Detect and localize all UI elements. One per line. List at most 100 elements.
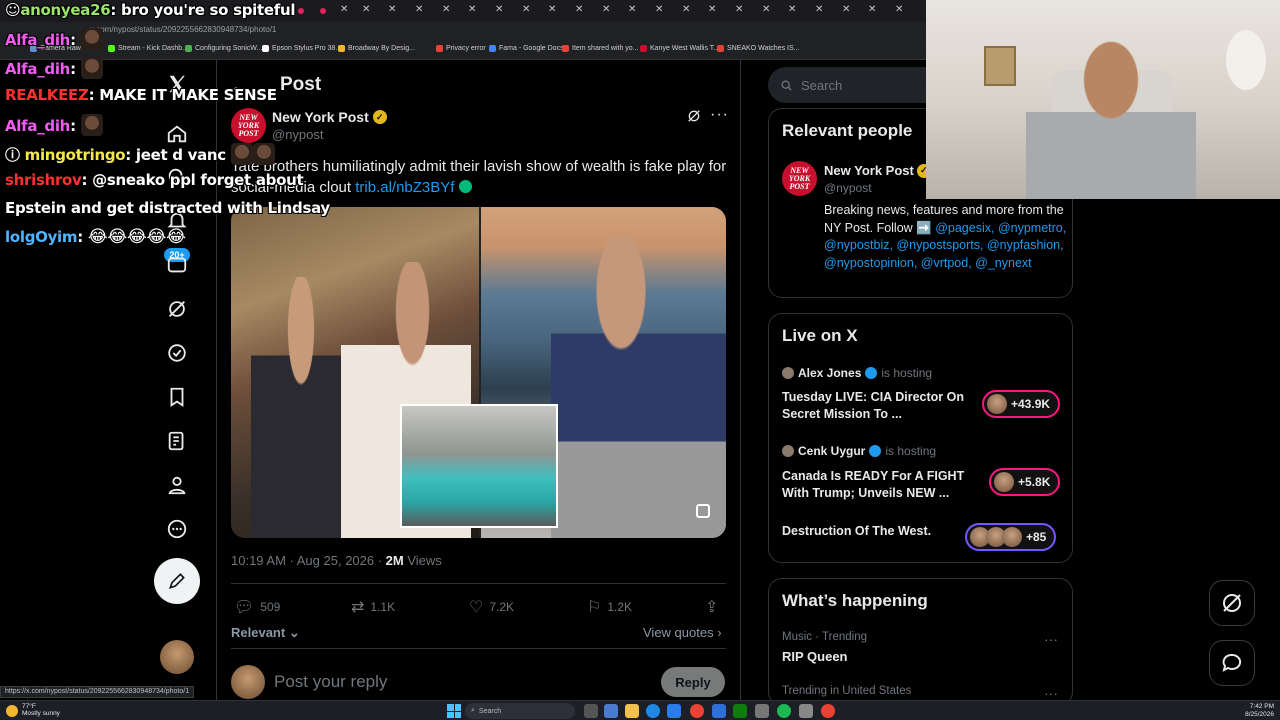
grok-floating-button[interactable] xyxy=(1209,580,1255,626)
file-explorer-icon[interactable] xyxy=(625,704,639,718)
compose-post-button[interactable] xyxy=(154,558,200,604)
tab-close-icon[interactable]: ✕ xyxy=(735,4,743,15)
view-quotes-link[interactable]: View quotes › xyxy=(643,625,722,640)
tab-close-icon[interactable]: ✕ xyxy=(842,4,850,15)
app-icon[interactable] xyxy=(799,704,813,718)
search-input[interactable]: Search xyxy=(768,67,948,103)
tab-close-icon[interactable]: ✕ xyxy=(628,4,636,15)
post-link[interactable]: trib.al/nbZ3BYf xyxy=(355,179,454,196)
divider xyxy=(231,648,726,649)
store-icon[interactable] xyxy=(667,704,681,718)
live-listeners-pill[interactable]: +85 xyxy=(965,523,1057,551)
author-avatar[interactable]: NEW YORK POST xyxy=(231,108,266,143)
more-options-icon[interactable]: ··· xyxy=(710,106,729,124)
tab-close-icon[interactable]: ✕ xyxy=(522,4,530,15)
xbox-icon[interactable] xyxy=(733,704,747,718)
tab-close-icon[interactable]: ✕ xyxy=(548,4,556,15)
image-alt-icon[interactable] xyxy=(696,504,710,518)
tab-close-icon[interactable]: ✕ xyxy=(868,4,876,15)
search-icon: ⌕ xyxy=(471,707,475,714)
live-title[interactable]: Destruction Of The West. xyxy=(782,523,967,540)
reply-input[interactable]: Post your reply xyxy=(274,672,387,692)
premium-icon[interactable] xyxy=(163,339,191,367)
reply-submit-button[interactable]: Reply xyxy=(661,667,725,697)
tab-close-icon[interactable]: ✕ xyxy=(415,4,423,15)
spotify-icon[interactable] xyxy=(777,704,791,718)
task-view-icon[interactable] xyxy=(584,704,598,718)
messages-icon[interactable] xyxy=(163,251,191,279)
reply-button[interactable]: 💬︎ 509 xyxy=(234,597,280,616)
bookmark-item[interactable]: Broadway By Desig... xyxy=(338,45,415,52)
profile-icon[interactable] xyxy=(163,471,191,499)
chat-message: REALKEEZ: MAKE IT MAKE SENSE xyxy=(5,86,277,104)
bookmark-item[interactable]: Epson Stylus Pro 38... xyxy=(262,45,341,52)
bookmark-favicon-icon xyxy=(185,45,192,52)
bookmark-item[interactable]: Fama - Google Docs xyxy=(489,45,564,52)
chrome-icon[interactable] xyxy=(690,704,704,718)
chat-message: Epstein and get distracted with Lindsay xyxy=(5,199,330,217)
taskbar-search[interactable]: ⌕ Search xyxy=(465,703,575,719)
live-title[interactable]: Tuesday LIVE: CIA Director On Secret Mis… xyxy=(782,389,967,423)
reply-sort-dropdown[interactable]: Relevant ⌄ xyxy=(231,625,300,641)
messages-floating-button[interactable] xyxy=(1209,640,1255,686)
live-title[interactable]: Canada Is READY For A FIGHT With Trump; … xyxy=(782,468,967,502)
address-bar[interactable]: x.com/nypost/status/2092255662830948734/… xyxy=(0,22,926,40)
tab-close-icon[interactable]: ✕ xyxy=(495,4,503,15)
bookmark-item[interactable]: Configuring SonicW... xyxy=(185,45,262,52)
tab-close-icon[interactable]: ✕ xyxy=(602,4,610,15)
relevant-person-name[interactable]: New York Post ✓ xyxy=(824,163,931,178)
bookmark-item[interactable]: Item shared with yo... xyxy=(562,45,639,52)
edge-icon[interactable] xyxy=(646,704,660,718)
tab-close-icon[interactable]: ✕ xyxy=(362,4,370,15)
app-icon[interactable] xyxy=(712,704,726,718)
windows-start-icon[interactable] xyxy=(447,704,461,718)
tab-close-icon[interactable]: ✕ xyxy=(762,4,770,15)
trend-name[interactable]: RIP Queen xyxy=(782,649,848,664)
trend-more-icon[interactable]: ··· xyxy=(1044,685,1058,701)
relevant-person-avatar[interactable]: NEW YORK POST xyxy=(782,161,817,196)
tab-close-icon[interactable]: ✕ xyxy=(815,4,823,15)
page-title: Post xyxy=(280,74,322,95)
bookmark-item[interactable]: Privacy error xyxy=(436,45,486,52)
live-listeners-pill[interactable]: +5.8K xyxy=(989,468,1061,496)
share-button[interactable]: ⇪ xyxy=(705,597,718,616)
tab-close-icon[interactable]: ✕ xyxy=(708,4,716,15)
tab-close-icon[interactable]: ✕ xyxy=(575,4,583,15)
app-icon[interactable] xyxy=(755,704,769,718)
wall-frame xyxy=(984,46,1016,86)
like-button[interactable]: ♡ 7.2K xyxy=(469,597,514,616)
chat-emote-icon xyxy=(80,114,103,136)
bookmark-item[interactable]: Stream - Kick Dashb... xyxy=(108,45,188,52)
weather-widget[interactable]: 77°F Mostly sunny xyxy=(22,703,60,717)
post-text: Tate brothers humiliatingly admit their … xyxy=(231,158,727,196)
more-icon[interactable] xyxy=(163,515,191,543)
tab-close-icon[interactable]: ✕ xyxy=(682,4,690,15)
system-clock[interactable]: 7:42 PM 8/25/2026 xyxy=(1238,703,1274,719)
tab-close-icon[interactable]: ✕ xyxy=(788,4,796,15)
tab-close-icon[interactable]: ✕ xyxy=(442,4,450,15)
tab-close-icon[interactable]: ✕ xyxy=(655,4,663,15)
grok-icon[interactable] xyxy=(163,295,191,323)
live-listeners-pill[interactable]: +43.9K xyxy=(982,390,1061,418)
repost-button[interactable]: ⇄ 1.1K xyxy=(351,597,395,616)
bookmark-button[interactable]: ⚐ 1.2K xyxy=(587,597,632,616)
tab-close-icon[interactable]: ✕ xyxy=(468,4,476,15)
grok-icon[interactable] xyxy=(686,108,702,128)
app-icon[interactable] xyxy=(604,704,618,718)
bookmarks-icon[interactable] xyxy=(163,383,191,411)
author-handle[interactable]: @nypost xyxy=(272,127,324,142)
communities-icon[interactable] xyxy=(163,427,191,455)
account-avatar[interactable] xyxy=(160,640,194,674)
author-name[interactable]: New York Post ✓ xyxy=(272,109,387,125)
tab-close-icon[interactable]: ✕ xyxy=(895,4,903,15)
trend-more-icon[interactable]: ··· xyxy=(1044,631,1058,647)
chrome-icon[interactable] xyxy=(821,704,835,718)
bookmark-item[interactable]: SNEAKO Watches IS... xyxy=(717,45,800,52)
bookmark-item[interactable]: Kanye West Wallis T... xyxy=(640,45,719,52)
address-url[interactable]: x.com/nypost/status/2092255662830948734/… xyxy=(90,25,276,34)
tab-close-icon[interactable]: ✕ xyxy=(388,4,396,15)
tab-close-icon[interactable]: ✕ xyxy=(340,4,348,15)
verified-org-icon: ✓ xyxy=(372,110,387,124)
chat-emote-icon xyxy=(80,28,103,50)
post-media[interactable] xyxy=(231,207,726,538)
